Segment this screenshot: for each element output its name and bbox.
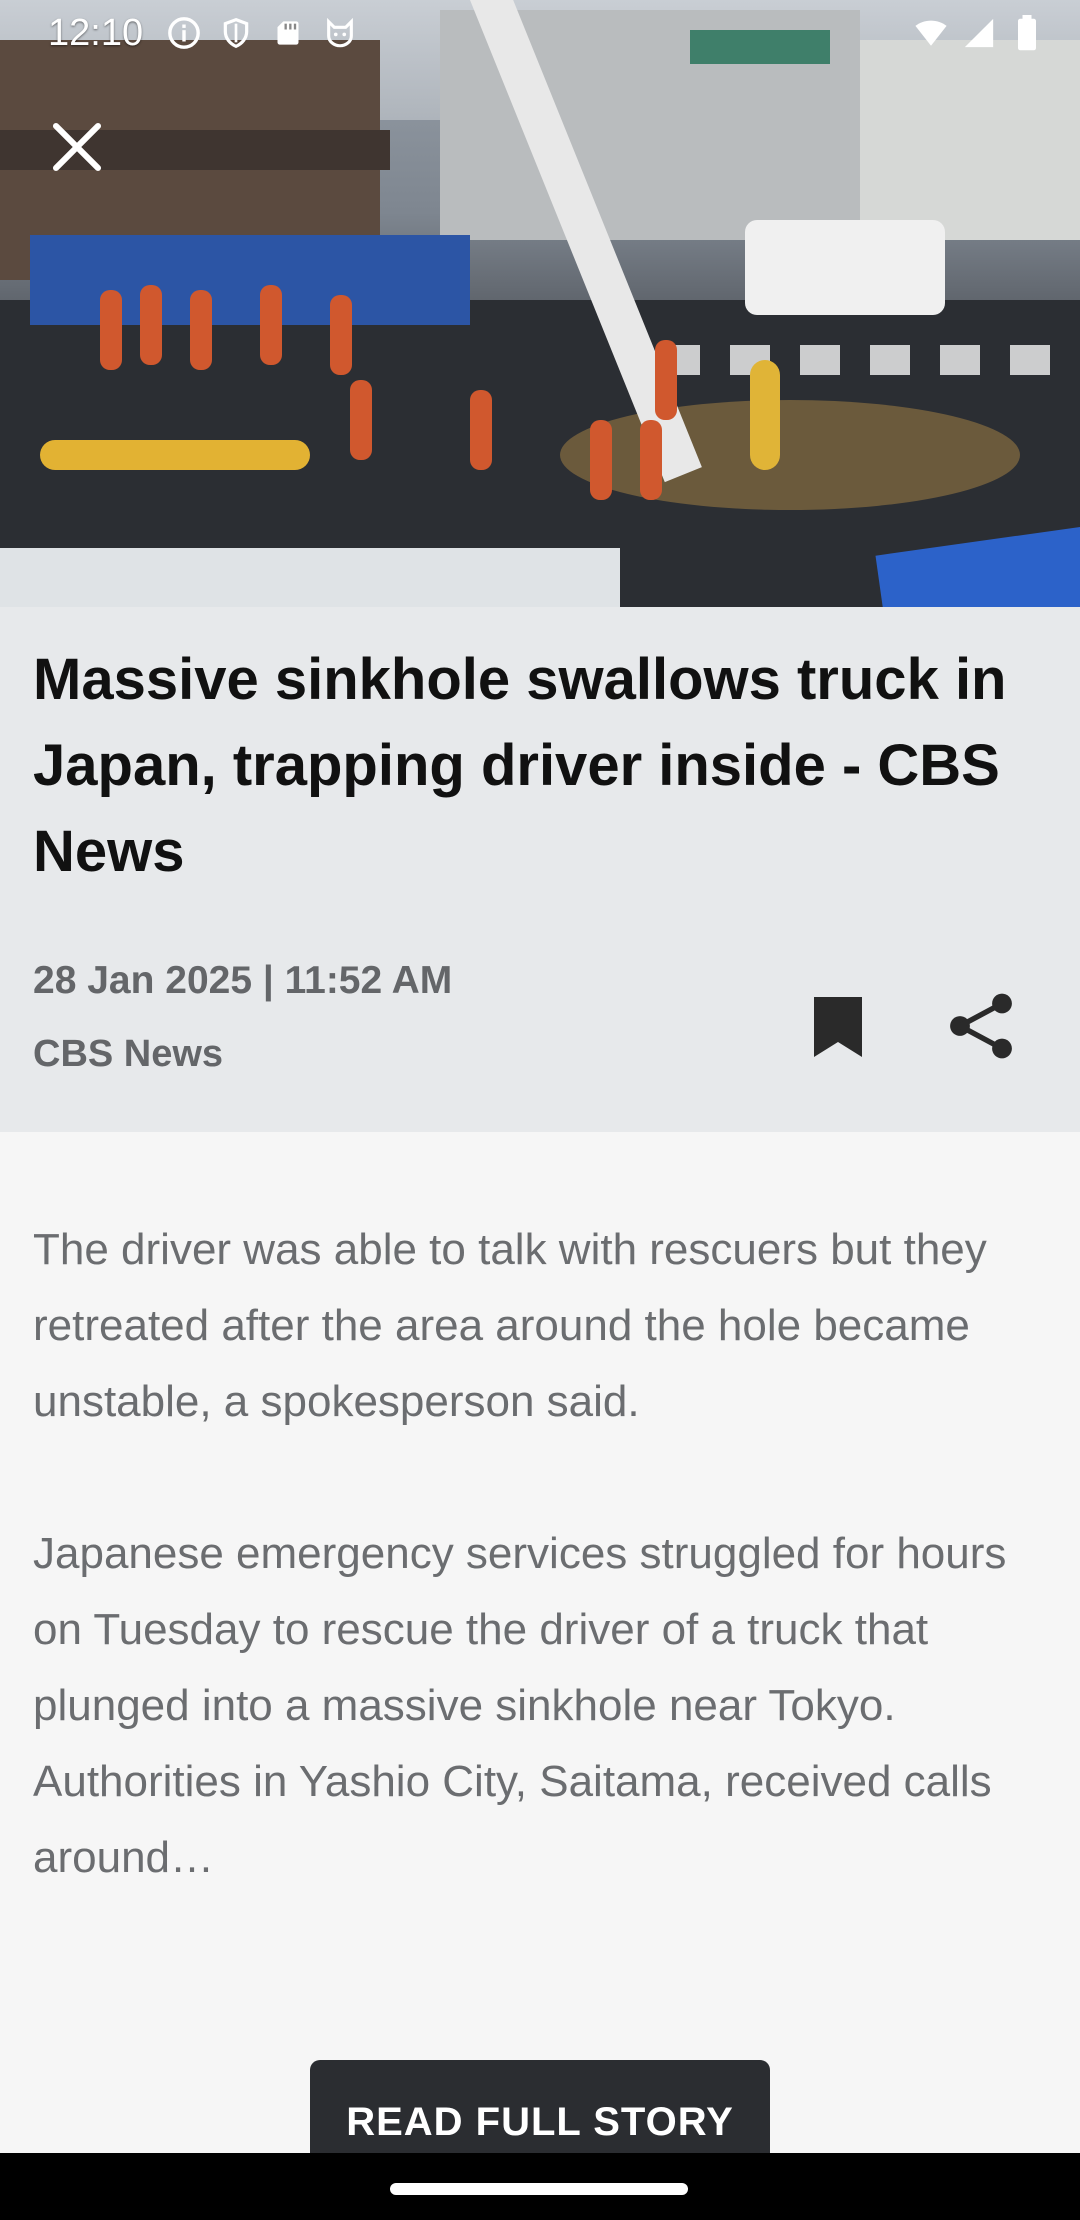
- bookmark-button[interactable]: [806, 987, 870, 1067]
- info-icon: [167, 16, 201, 50]
- close-button[interactable]: [42, 112, 112, 182]
- article-date: 28 Jan 2025 | 11:52 AM: [33, 959, 453, 1002]
- article-hero-image: [0, 0, 1080, 607]
- shield-icon: [219, 16, 253, 50]
- article-paragraph: Japanese emergency services struggled fo…: [33, 1529, 1007, 1730]
- bookmark-icon: [814, 997, 862, 1057]
- cat-icon: [323, 16, 357, 50]
- signal-icon: [962, 16, 996, 50]
- article-body: The driver was able to talk with rescuer…: [33, 1212, 1053, 1896]
- close-icon: [52, 122, 102, 172]
- article-title: Massive sinkhole swallows truck in Japan…: [33, 647, 1007, 884]
- article-source[interactable]: CBS News: [33, 1033, 223, 1076]
- article-paragraph: Authorities in Yashio City, Saitama, rec…: [33, 1757, 992, 1882]
- wifi-icon: [914, 16, 948, 50]
- sd-card-icon: [271, 16, 305, 50]
- home-gesture-handle[interactable]: [390, 2183, 688, 2195]
- navigation-bar: [0, 2153, 1080, 2220]
- share-icon: [950, 993, 1012, 1059]
- share-button[interactable]: [940, 985, 1022, 1067]
- article-header: Massive sinkhole swallows truck in Japan…: [0, 607, 1080, 1132]
- status-time: 12:10: [48, 11, 144, 54]
- status-bar: 12:10: [0, 0, 1080, 66]
- article-paragraph: The driver was able to talk with rescuer…: [33, 1225, 987, 1426]
- battery-icon: [1010, 15, 1044, 51]
